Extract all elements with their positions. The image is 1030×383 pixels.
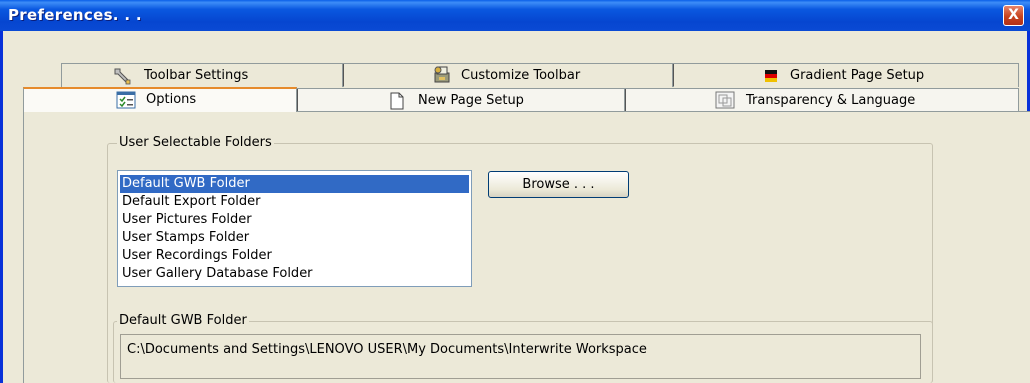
flag-icon (765, 70, 777, 86)
folder-path-field: C:\Documents and Settings\LENOVO USER\My… (120, 334, 921, 379)
tab-divider (673, 64, 674, 86)
transparency-icon (715, 91, 735, 113)
tab-divider (297, 89, 298, 111)
tab-gradient-page-setup[interactable]: Gradient Page Setup (673, 63, 1019, 87)
list-item-default-export-folder[interactable]: Default Export Folder (120, 193, 261, 211)
wrench-icon (113, 67, 133, 89)
title-bar[interactable]: Preferences. . . X (0, 0, 1030, 31)
user-folders-legend: User Selectable Folders (117, 135, 274, 150)
tab-divider (625, 89, 626, 111)
list-item-user-stamps-folder[interactable]: User Stamps Folder (120, 229, 249, 247)
options-checklist-icon (116, 91, 136, 113)
close-button[interactable]: X (1003, 5, 1024, 26)
list-item-user-pictures-folder[interactable]: User Pictures Folder (120, 211, 252, 229)
tab-new-page-setup[interactable]: New Page Setup (297, 88, 625, 112)
tab-divider (343, 64, 344, 86)
tab-label: Options (146, 92, 197, 107)
tab-transparency-language[interactable]: Transparency & Language (625, 88, 1019, 112)
tab-label: New Page Setup (418, 93, 524, 108)
folder-path-text: C:\Documents and Settings\LENOVO USER\My… (127, 342, 647, 357)
preferences-window: Preferences. . . X Toolbar Settings Cust… (0, 0, 1030, 383)
printer-tools-icon (431, 65, 453, 89)
tab-customize-toolbar[interactable]: Customize Toolbar (343, 63, 673, 87)
tab-toolbar-settings[interactable]: Toolbar Settings (61, 63, 343, 87)
tab-options[interactable]: Options (23, 87, 297, 112)
browse-button[interactable]: Browse . . . (488, 171, 629, 198)
list-item-user-gallery-database-folder[interactable]: User Gallery Database Folder (120, 265, 313, 283)
default-gwb-folder-legend: Default GWB Folder (117, 313, 249, 328)
list-item-user-recordings-folder[interactable]: User Recordings Folder (120, 247, 272, 265)
tab-label: Toolbar Settings (144, 68, 249, 83)
tab-label: Transparency & Language (746, 93, 916, 108)
tab-label: Customize Toolbar (461, 68, 581, 83)
close-icon: X (1008, 7, 1019, 23)
folders-listbox[interactable]: Default GWB Folder Default Export Folder… (117, 170, 472, 287)
tab-label: Gradient Page Setup (790, 68, 925, 83)
window-title: Preferences. . . (8, 6, 142, 24)
list-item-default-gwb-folder[interactable]: Default GWB Folder (120, 175, 469, 193)
